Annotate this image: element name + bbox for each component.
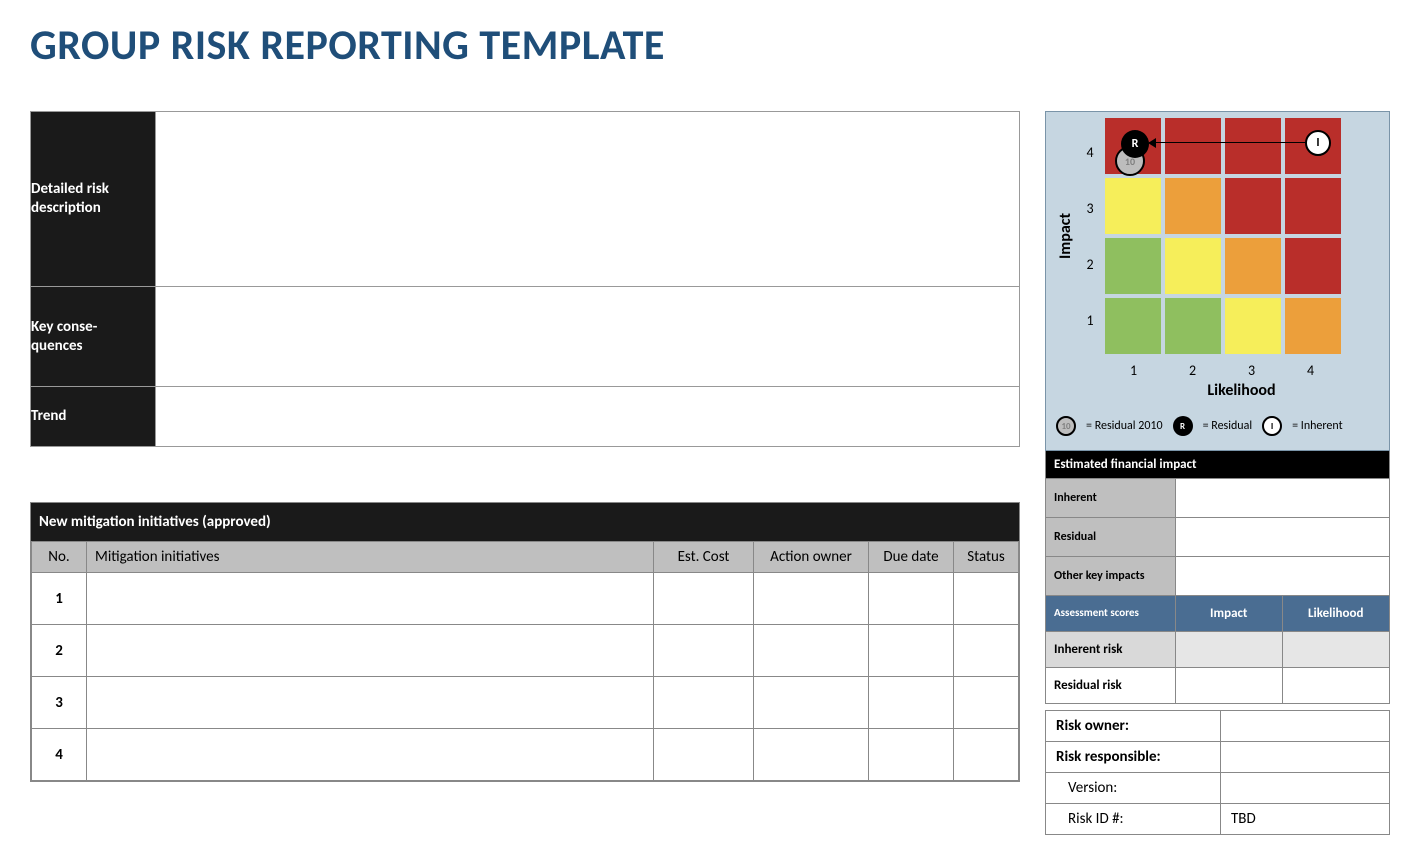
financial-inherent-label: Inherent [1046,479,1176,517]
desc-label-consequences: Key conse- quences [31,287,156,387]
cell-owner[interactable] [754,729,869,781]
financial-header: Estimated financial impact [1046,451,1389,478]
meta-table: Risk owner: Risk responsible: Version: R… [1045,710,1390,835]
version-label: Version: [1046,773,1221,804]
heatmap-yticks: 1 2 3 4 [1081,124,1099,348]
assessment-header-title: Assessment scores [1046,596,1176,631]
financial-panel: Estimated financial impact Inherent Resi… [1045,451,1390,704]
risk-responsible-value[interactable] [1221,742,1390,773]
desc-value-trend[interactable] [156,387,1020,447]
cell-due[interactable] [869,729,954,781]
cell-cost[interactable] [654,625,754,677]
assessment-residual-label: Residual risk [1046,668,1176,703]
mitigation-table: No. Mitigation initiatives Est. Cost Act… [31,542,1019,781]
col-no: No. [32,542,87,573]
desc-label-trend: Trend [31,387,156,447]
cell-status[interactable] [954,677,1019,729]
description-table: Detailed risk description Key conse- que… [30,111,1020,447]
riskid-value[interactable]: TBD [1221,804,1390,835]
col-status: Status [954,542,1019,573]
cell-owner[interactable] [754,677,869,729]
risk-owner-value[interactable] [1221,711,1390,742]
desc-label-detailed: Detailed risk description [31,112,156,287]
legend-inherent-label: = Inherent [1292,419,1343,433]
page-title: GROUP RISK REPORTING TEMPLATE [30,20,1386,71]
arrow-inherent-to-residual [1149,142,1307,143]
cell-initiative[interactable] [87,729,654,781]
legend-marker-residual-icon: R [1173,416,1193,436]
assessment-header-impact: Impact [1176,596,1283,631]
risk-responsible-label: Risk responsible: [1046,742,1221,773]
legend-residual-label: = Residual [1203,419,1253,433]
table-row: 4 [32,729,1019,781]
risk-owner-label: Risk owner: [1046,711,1221,742]
financial-other-value[interactable] [1176,557,1389,595]
cell-cost[interactable] [654,573,754,625]
cell-status[interactable] [954,573,1019,625]
assessment-inherent-label: Inherent risk [1046,632,1176,667]
cell-owner[interactable] [754,625,869,677]
assessment-inherent-impact[interactable] [1176,632,1283,667]
col-due: Due date [869,542,954,573]
riskid-label: Risk ID #: [1046,804,1221,835]
cell-initiative[interactable] [87,625,654,677]
cell-due[interactable] [869,677,954,729]
cell-status[interactable] [954,625,1019,677]
marker-inherent: I [1305,130,1331,156]
heatmap-grid: 10 R I [1105,118,1341,354]
legend-prev-label: = Residual 2010 [1086,419,1163,433]
assessment-residual-likelihood[interactable] [1283,668,1390,703]
table-row: 1 [32,573,1019,625]
legend-marker-inherent-icon: I [1262,416,1282,436]
cell-due[interactable] [869,573,954,625]
heatmap-legend: 10 = Residual 2010 R = Residual I = Inhe… [1056,416,1379,436]
heatmap-xticks: 1 2 3 4 [1104,362,1340,379]
mitigation-section: New mitigation initiatives (approved) No… [30,502,1020,782]
cell-initiative[interactable] [87,573,654,625]
legend-marker-prev-icon: 10 [1056,416,1076,436]
financial-inherent-value[interactable] [1176,479,1389,517]
heatmap-xlabel: Likelihood [1104,381,1379,400]
cell-no: 3 [32,677,87,729]
assessment-header-likelihood: Likelihood [1283,596,1390,631]
marker-residual: R [1121,130,1149,158]
col-owner: Action owner [754,542,869,573]
heatmap-ylabel: Impact [1056,213,1075,259]
cell-cost[interactable] [654,729,754,781]
assessment-inherent-likelihood[interactable] [1283,632,1390,667]
financial-residual-value[interactable] [1176,518,1389,556]
table-row: 2 [32,625,1019,677]
table-row: 3 [32,677,1019,729]
col-cost: Est. Cost [654,542,754,573]
cell-no: 4 [32,729,87,781]
desc-value-consequences[interactable] [156,287,1020,387]
cell-due[interactable] [869,625,954,677]
heatmap-panel: Impact 1 2 3 4 10 R [1045,111,1390,451]
col-initiatives: Mitigation initiatives [87,542,654,573]
financial-other-label: Other key impacts [1046,557,1176,595]
cell-initiative[interactable] [87,677,654,729]
cell-cost[interactable] [654,677,754,729]
financial-residual-label: Residual [1046,518,1176,556]
cell-no: 1 [32,573,87,625]
cell-no: 2 [32,625,87,677]
mitigation-header: New mitigation initiatives (approved) [31,503,1019,542]
version-value[interactable] [1221,773,1390,804]
cell-status[interactable] [954,729,1019,781]
cell-owner[interactable] [754,573,869,625]
desc-value-detailed[interactable] [156,112,1020,287]
assessment-residual-impact[interactable] [1176,668,1283,703]
